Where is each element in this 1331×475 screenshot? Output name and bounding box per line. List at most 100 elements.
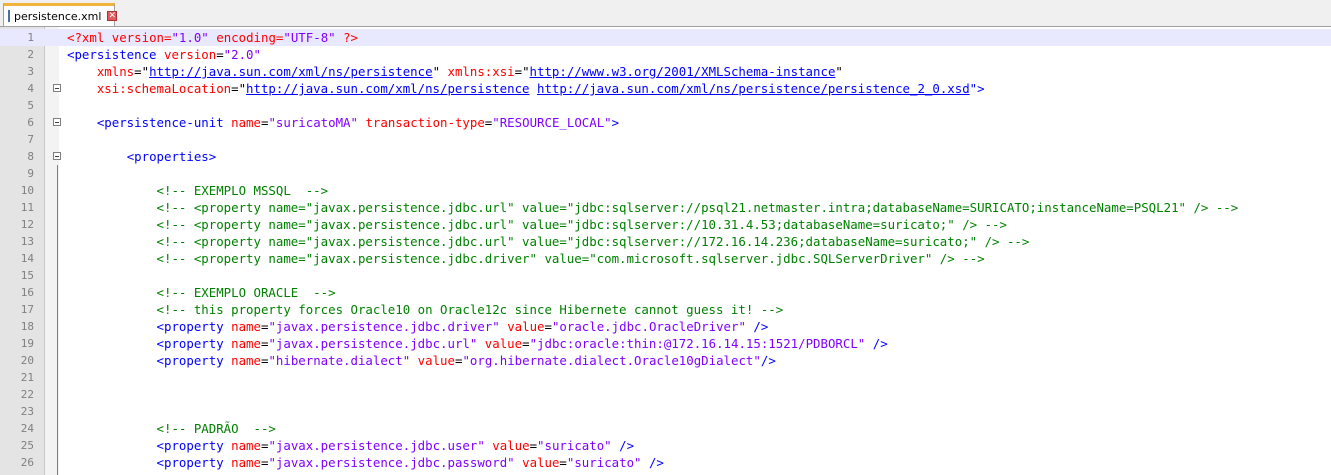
code-token: "javax.persistence.jdbc.driver" (268, 319, 500, 334)
code-token: " (432, 64, 448, 79)
close-icon[interactable]: ✕ (107, 11, 117, 21)
code-token: = (559, 455, 567, 470)
code-line[interactable]: 18 <property name = "javax.persistence.jdb… (0, 318, 1331, 335)
code-token: = (529, 438, 538, 453)
code-token: <property (156, 455, 232, 470)
code-token: "javax.persistence.jdbc.user" (268, 438, 485, 453)
code-line[interactable]: 17 <!-- this property forces Oracle10 on… (0, 301, 1331, 318)
code-text: <!-- <property name="javax.persistence.j… (67, 199, 1239, 216)
code-token: <!-- EXEMPLO MSSQL --> (156, 183, 329, 198)
line-number: 17 (20, 303, 34, 316)
code-token: "oracle.jdbc.OracleDriver" (551, 319, 746, 334)
code-line[interactable]: 9 (0, 165, 1331, 182)
code-token: <property (156, 438, 232, 453)
code-line[interactable]: 8 <properties> (0, 148, 1331, 165)
code-line[interactable]: 2 <persistence version="2.0" (0, 46, 1331, 63)
code-line[interactable]: 1 <?xml version="1.0" encoding="UTF-8" ?> (0, 29, 1331, 46)
line-number: 1 (27, 31, 34, 44)
tab-persistence-xml[interactable]: persistence.xml ✕ (3, 3, 117, 26)
code-token: <!-- <property name="javax.persistence.j… (156, 200, 1239, 215)
code-token: /> (865, 336, 888, 351)
line-number: 11 (20, 201, 34, 214)
code-token: name (231, 353, 261, 368)
code-token: version (163, 47, 217, 62)
code-text: <persistence version="2.0" (67, 46, 261, 63)
code-line[interactable]: 25 <property name = "javax.persistence.jdb… (0, 437, 1331, 454)
code-token: <!-- PADRÃO --> (156, 421, 276, 436)
code-token: = (544, 319, 552, 334)
code-line[interactable]: 21 (0, 369, 1331, 386)
code-line[interactable]: 10 <!-- EXEMPLO MSSQL --> (0, 182, 1331, 199)
code-text: <!-- <property name="javax.persistence.j… (67, 250, 985, 267)
code-text: xsi:schemaLocation="http://java.sun.com/… (67, 80, 985, 97)
code-token: "suricato" (537, 438, 612, 453)
code-line[interactable]: 5 (0, 97, 1331, 114)
code-token: xsi:schemaLocation (96, 81, 232, 96)
code-line[interactable]: 4 xsi:schemaLocation="http://java.sun.co… (0, 80, 1331, 97)
code-line[interactable]: 12 <!-- <property name="javax.persistenc… (0, 216, 1331, 233)
code-line[interactable]: 13 <!-- <property name="javax.persistenc… (0, 233, 1331, 250)
code-token: "2.0" (223, 47, 261, 62)
code-line[interactable]: 19 <property name = "javax.persistence.jdb… (0, 335, 1331, 352)
line-number: 10 (20, 184, 34, 197)
code-token: <property (156, 319, 232, 334)
code-line[interactable]: 26 <property name = "javax.persistence.jdb… (0, 454, 1331, 471)
code-line[interactable]: 20 <property name="hibernate.dialect" va… (0, 352, 1331, 369)
code-token: =" (231, 81, 247, 96)
tab-label: persistence.xml (14, 9, 102, 23)
code-line[interactable]: 6 <persistence-unit name="suricatoMA" tr… (0, 114, 1331, 131)
line-number: 13 (20, 235, 34, 248)
code-line[interactable]: 23 (0, 403, 1331, 420)
line-number: 22 (20, 388, 34, 401)
fold-toggle-icon[interactable] (53, 84, 61, 92)
code-token: "UTF-8" (283, 30, 336, 45)
file-icon (8, 10, 10, 22)
code-line[interactable]: 22 (0, 386, 1331, 403)
code-token: = (216, 47, 224, 62)
line-number: 2 (27, 48, 34, 61)
code-line[interactable]: 14 <!-- <property name="javax.persistenc… (0, 250, 1331, 267)
fold-guide-line (57, 165, 58, 475)
code-token: value (522, 455, 560, 470)
code-token: <!-- this property forces Oracle10 on Or… (156, 302, 784, 317)
code-text: <!-- this property forces Oracle10 on Or… (67, 301, 784, 318)
code-token: name (231, 438, 261, 453)
code-line[interactable]: 7 (0, 131, 1331, 148)
code-token: name (231, 336, 261, 351)
line-number: 24 (20, 422, 34, 435)
fold-toggle-icon[interactable] (53, 152, 61, 160)
code-line[interactable]: 24 <!-- PADRÃO --> (0, 420, 1331, 437)
code-token: =" (134, 64, 150, 79)
code-text: <property name = "javax.persistence.jdbc.p… (67, 454, 664, 471)
code-line[interactable]: 11 <!-- <property name="javax.persistenc… (0, 199, 1331, 216)
line-number: 16 (20, 286, 34, 299)
code-text: <!-- PADRÃO --> (67, 420, 276, 437)
code-token: "suricato" (566, 455, 642, 470)
code-token: version (111, 30, 164, 45)
code-line[interactable]: 15 (0, 267, 1331, 284)
code-editor[interactable]: 1 <?xml version="1.0" encoding="UTF-8" ?>… (0, 27, 1331, 475)
code-token: "> (969, 81, 985, 96)
code-line[interactable]: 16 <!-- EXEMPLO ORACLE --> (0, 284, 1331, 301)
code-token: /> (760, 353, 776, 368)
code-text: <!-- EXEMPLO ORACLE --> (67, 284, 336, 301)
code-token: <property (156, 353, 232, 368)
line-number: 20 (20, 354, 34, 367)
fold-toggle-icon[interactable] (53, 118, 61, 126)
code-text: <!-- EXEMPLO MSSQL --> (67, 182, 329, 199)
code-text: <property name = "javax.persistence.jdbc.u… (67, 437, 635, 454)
line-number: 6 (27, 116, 34, 129)
code-line[interactable]: 3 xmlns="http://java.sun.com/xml/ns/pers… (0, 63, 1331, 80)
code-token: <!-- <property name="javax.persistence.j… (156, 234, 1030, 249)
